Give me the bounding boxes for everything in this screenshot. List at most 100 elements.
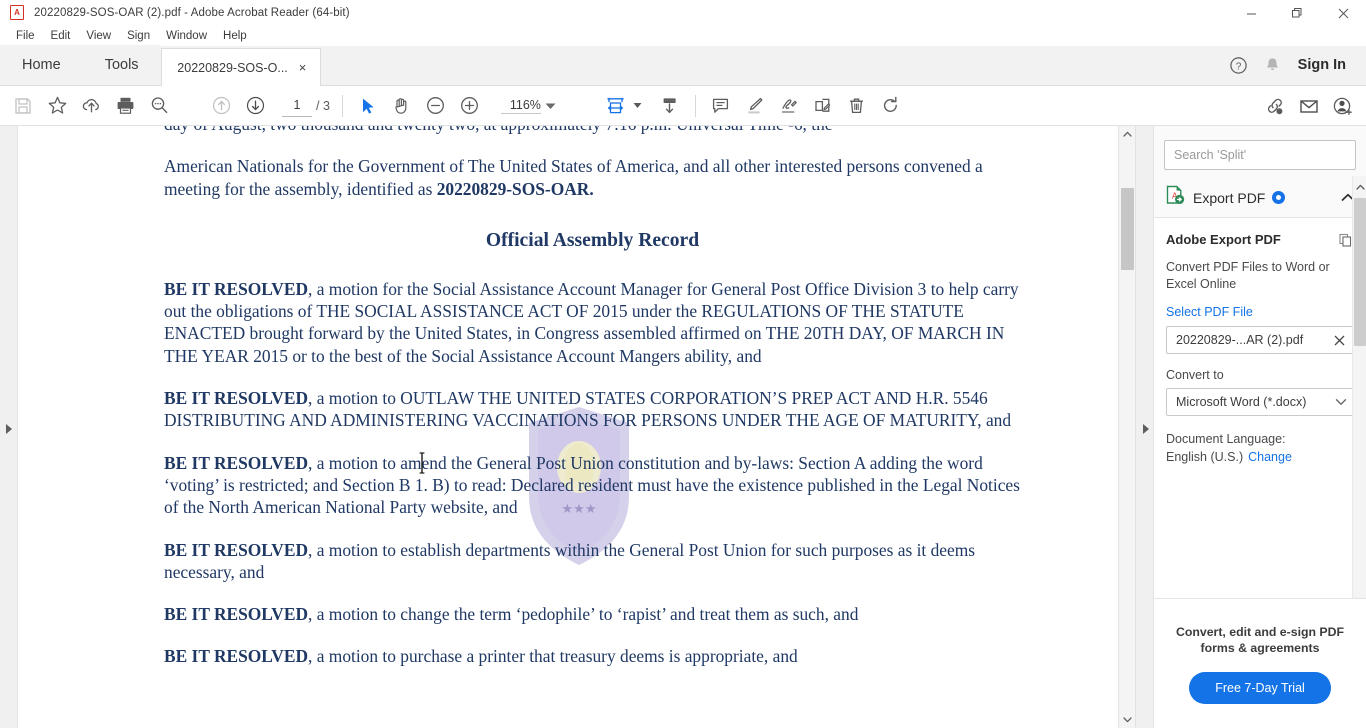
convert-to-select[interactable]: Microsoft Word (*.docx) [1166,388,1354,416]
upload-cloud-icon[interactable] [74,90,108,122]
minimize-icon[interactable] [1228,0,1274,26]
document-language-row: English (U.S.) Change [1166,448,1354,466]
export-panel-title-row: Adobe Export PDF [1166,232,1354,251]
menu-file[interactable]: File [8,28,43,44]
close-icon[interactable] [1320,0,1366,26]
toolbar-divider-2 [694,94,696,117]
scroll-thumb[interactable] [1121,188,1134,270]
resolution-prefix: BE IT RESOLVED [164,646,309,667]
promo-footer: Convert, edit and e-sign PDF forms & agr… [1154,598,1366,728]
export-panel-title: Adobe Export PDF [1166,232,1281,247]
page-total-label: / 3 [316,98,330,113]
title-bar: A 20220829-SOS-OAR (2).pdf - Adobe Acrob… [0,0,1366,26]
export-pdf-tool-header[interactable]: A Export PDF [1154,178,1366,218]
promo-text: Convert, edit and e-sign PDF forms & agr… [1175,624,1345,655]
convert-to-value: Microsoft Word (*.docx) [1176,395,1307,409]
hand-pan-icon[interactable] [385,90,419,122]
search-icon[interactable] [142,90,176,122]
menu-window[interactable]: Window [158,28,215,44]
document-tab[interactable]: 20220829-SOS-O... × [160,48,321,86]
document-language-label: Document Language: [1166,432,1286,446]
chevron-down-icon[interactable] [1335,393,1347,411]
expand-left-panel-arrow-icon[interactable] [4,422,14,436]
zoom-level-value: 116% [500,98,541,114]
resolution-prefix: BE IT RESOLVED [164,278,309,299]
print-icon[interactable] [108,90,142,122]
menu-help[interactable]: Help [215,28,255,44]
pdf-page[interactable]: ★★★ day of August, two thousand and twen… [40,126,1117,728]
zoom-out-minus-icon[interactable] [419,90,453,122]
left-panel-rail[interactable] [0,126,18,728]
acrobat-reader-window: A 20220829-SOS-OAR (2).pdf - Adobe Acrob… [0,0,1366,728]
sign-in-button[interactable]: Sign In [1290,57,1358,73]
next-page-arrow-icon[interactable] [238,90,272,122]
scroll-up-arrow-icon[interactable] [1119,126,1135,143]
previous-page-arrow-icon[interactable] [204,90,238,122]
clear-x-icon[interactable] [1331,332,1347,348]
cursor-select-icon[interactable] [351,90,385,122]
tab-strip: Home Tools 20220829-SOS-O... × ? Sign In [0,45,1366,86]
export-panel-description: Convert PDF Files to Word or Excel Onlin… [1166,260,1330,291]
select-pdf-file-link[interactable]: Select PDF File [1166,305,1354,319]
menu-view[interactable]: View [78,28,119,44]
export-pdf-icon: A [1164,184,1186,211]
email-icon[interactable] [1292,90,1326,122]
share-link-icon[interactable] [1258,90,1292,122]
pdf-file-icon: A [10,5,26,21]
help-circle-icon[interactable]: ? [1222,48,1256,82]
window-title: 20220829-SOS-OAR (2).pdf - Adobe Acrobat… [34,7,350,19]
premium-badge-icon [1272,191,1286,204]
zoom-control[interactable]: 116% [500,98,559,114]
delete-trash-icon[interactable] [840,90,874,122]
export-pdf-label: Export PDF [1193,189,1266,206]
tab-tools[interactable]: Tools [82,45,161,85]
collapse-right-panel-arrow-icon[interactable] [1141,422,1151,436]
resolution-item: BE IT RESOLVED, a motion to change the t… [164,603,1021,625]
chevron-down-icon[interactable] [543,98,559,114]
right-tools-panel: A Export PDF Adobe Export PDF [1154,126,1366,728]
highlight-marker-icon[interactable] [738,90,772,122]
resolution-prefix: BE IT RESOLVED [164,388,309,409]
scroll-up-arrow-icon[interactable] [1353,180,1366,194]
menu-edit[interactable]: Edit [43,28,79,44]
sign-pen-icon[interactable] [772,90,806,122]
scroll-thumb[interactable] [1354,198,1366,346]
resolution-text: , a motion to change the term ‘pedophile… [308,604,859,625]
document-scrollbar[interactable] [1118,126,1135,728]
rotate-clockwise-icon[interactable] [874,90,908,122]
resolution-item: BE IT RESOLVED, a motion to establish de… [164,539,1021,584]
fill-and-sign-icon[interactable] [806,90,840,122]
selected-file-field[interactable]: 20220829-...AR (2).pdf [1166,326,1354,354]
resolution-prefix: BE IT RESOLVED [164,452,309,473]
page-number-input[interactable] [282,94,312,117]
chevron-down-icon[interactable] [633,102,643,109]
body-area: ★★★ day of August, two thousand and twen… [0,126,1366,728]
restore-icon[interactable] [1274,0,1320,26]
right-panel-rail[interactable] [1136,126,1154,728]
notification-bell-icon[interactable] [1256,48,1290,82]
resolutions-list: BE IT RESOLVED, a motion for the Social … [164,278,1021,668]
resolution-prefix: BE IT RESOLVED [164,539,309,560]
menu-sign[interactable]: Sign [119,28,158,44]
free-trial-button[interactable]: Free 7-Day Trial [1189,671,1331,704]
page-scroll-mode-icon[interactable] [653,90,687,122]
star-icon[interactable] [40,90,74,122]
fit-page-width-icon[interactable] [599,90,633,122]
page-navigation: / 3 [282,94,330,117]
document-language-block: Document Language: English (U.S.) Change [1166,430,1354,466]
assembly-identifier: 20220829-SOS-OAR. [436,178,594,199]
save-disk-icon[interactable] [6,90,40,122]
panel-search-wrap [1154,126,1366,178]
intro-clipped-line: day of August, two thousand and twenty t… [164,126,1021,135]
add-comment-icon[interactable] [704,90,738,122]
add-person-icon[interactable] [1326,90,1360,122]
zoom-in-plus-icon[interactable] [453,90,487,122]
change-language-link[interactable]: Change [1248,450,1292,464]
window-controls [1228,0,1366,26]
tab-home[interactable]: Home [0,45,83,85]
main-toolbar: / 3 116% [0,86,1366,126]
search-input[interactable] [1164,140,1356,170]
scroll-down-arrow-icon[interactable] [1119,711,1135,728]
document-viewport[interactable]: ★★★ day of August, two thousand and twen… [18,126,1136,728]
close-icon[interactable]: × [294,59,312,77]
